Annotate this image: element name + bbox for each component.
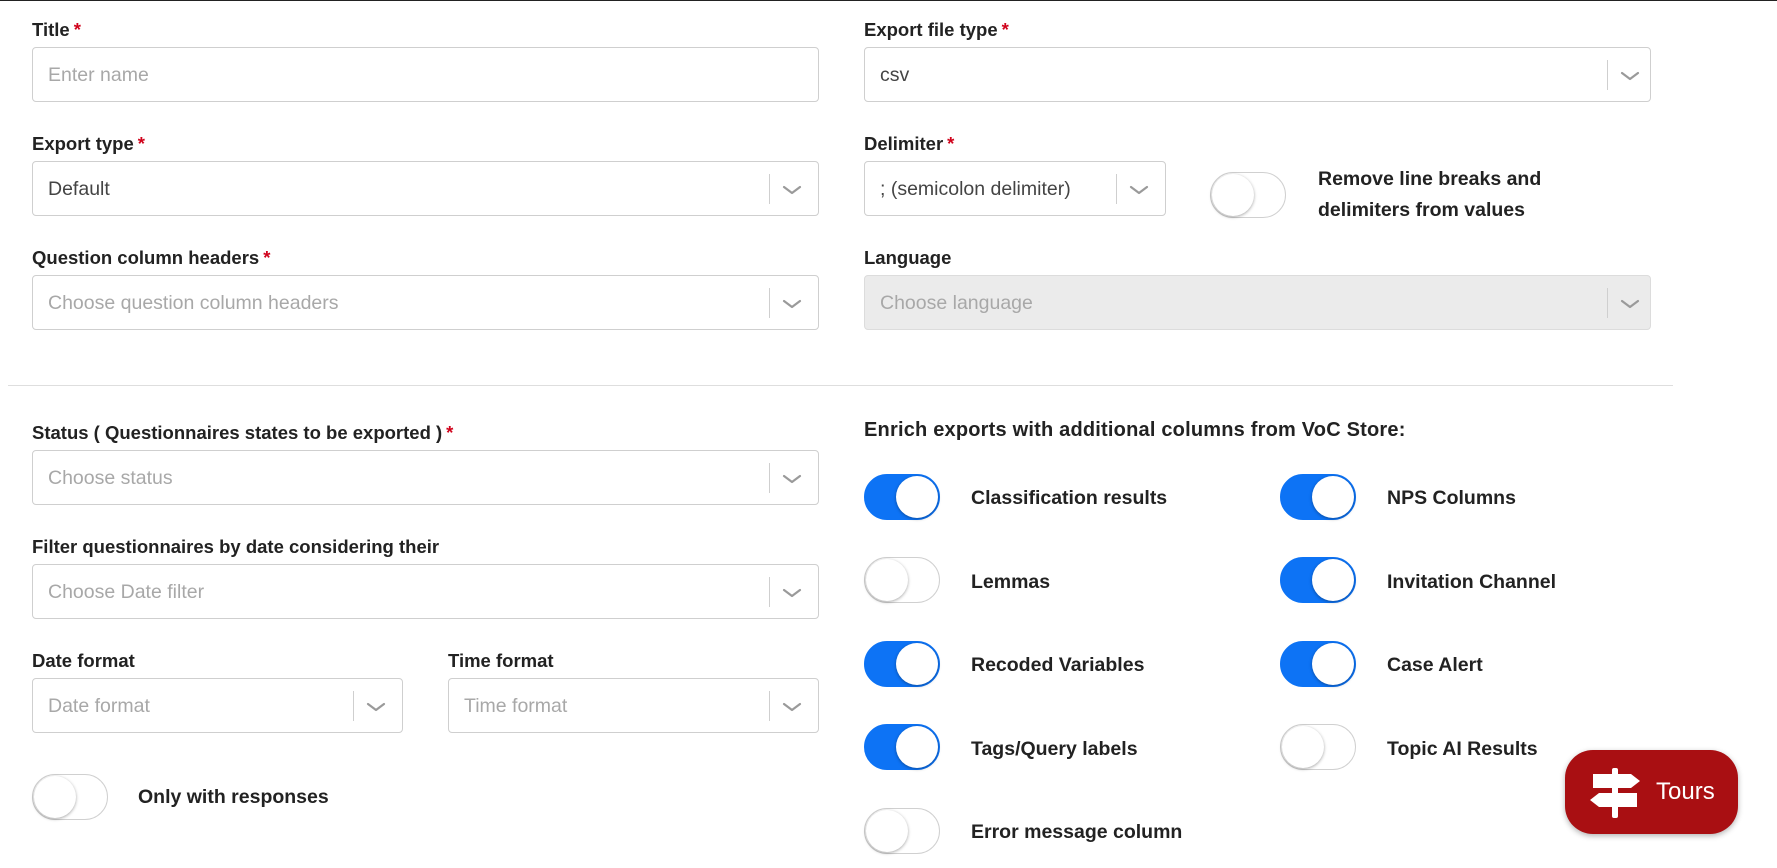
date-format-select[interactable]: Date format	[32, 678, 403, 733]
tags-query-labels-toggle[interactable]	[864, 724, 940, 770]
delimiter-value: ; (semicolon delimiter)	[880, 178, 1071, 200]
export-type-value: Default	[48, 178, 110, 200]
lemmas-toggle[interactable]	[864, 557, 940, 603]
invitation-channel-label: Invitation Channel	[1387, 571, 1557, 593]
export-file-type-field: Export file type * csv	[864, 18, 1651, 103]
delimiter-field: Delimiter * ; (semicolon delimiter)	[864, 132, 1166, 217]
language-field: Language Choose language	[864, 246, 1651, 331]
export-type-label: Export type *	[32, 133, 145, 154]
status-field: Status ( Questionnaires states to be exp…	[32, 421, 819, 506]
toggle-knob	[896, 643, 938, 685]
only-with-responses-label: Only with responses	[138, 786, 329, 808]
time-format-select[interactable]: Time format	[448, 678, 819, 733]
date-format-placeholder: Date format	[48, 695, 150, 717]
toggle-knob	[896, 726, 938, 768]
chevron-down-icon[interactable]	[1117, 162, 1161, 217]
title-placeholder: Enter name	[48, 64, 149, 86]
language-label: Language	[864, 247, 952, 268]
title-label: Title *	[32, 19, 81, 40]
remove-line-breaks-label: Remove line breaks and delimiters from v…	[1318, 168, 1542, 221]
export-type-select[interactable]: Default	[32, 161, 819, 216]
question-headers-placeholder: Choose question column headers	[48, 292, 339, 314]
error-message-column-toggle[interactable]	[864, 808, 940, 854]
topic-ai-results-toggle[interactable]	[1280, 724, 1356, 770]
status-placeholder: Choose status	[48, 467, 173, 489]
tours-button[interactable]: Tours	[1565, 750, 1738, 834]
signpost-icon	[1587, 766, 1643, 825]
recoded-variables-toggle[interactable]	[864, 641, 940, 687]
language-select[interactable]: Choose language	[864, 275, 1651, 330]
date-format-label: Date format	[32, 650, 135, 671]
question-headers-label: Question column headers *	[32, 247, 271, 268]
toggle-knob	[1282, 726, 1324, 768]
chevron-down-icon[interactable]	[354, 679, 398, 734]
date-format-field: Date format Date format	[32, 649, 403, 734]
top-border	[0, 0, 1777, 1]
case-alert-label: Case Alert	[1387, 654, 1483, 676]
remove-line-breaks-toggle[interactable]	[1210, 172, 1286, 218]
chevron-down-icon[interactable]	[770, 451, 814, 506]
tags-query-labels-label: Tags/Query labels	[971, 738, 1138, 760]
delimiter-label: Delimiter *	[864, 133, 955, 154]
time-format-placeholder: Time format	[464, 695, 568, 717]
recoded-variables-label: Recoded Variables	[971, 654, 1145, 676]
lemmas-label: Lemmas	[971, 571, 1051, 593]
classification-results-toggle[interactable]	[864, 474, 940, 520]
status-select[interactable]: Choose status	[32, 450, 819, 505]
title-field: Title * Enter name	[32, 18, 819, 103]
status-label: Status ( Questionnaires states to be exp…	[32, 422, 454, 443]
toggle-knob	[1212, 174, 1254, 216]
nps-columns-label: NPS Columns	[1387, 487, 1516, 509]
date-filter-select[interactable]: Choose Date filter	[32, 564, 819, 619]
chevron-down-icon[interactable]	[1608, 276, 1652, 331]
export-type-field: Export type * Default	[32, 132, 819, 217]
time-format-label: Time format	[448, 650, 554, 671]
language-placeholder: Choose language	[880, 292, 1033, 314]
case-alert-toggle[interactable]	[1280, 641, 1356, 687]
toggle-knob	[866, 559, 908, 601]
chevron-down-icon[interactable]	[770, 679, 814, 734]
date-filter-field: Filter questionnaires by date considerin…	[32, 535, 819, 620]
export-file-type-label: Export file type *	[864, 19, 1009, 40]
date-filter-placeholder: Choose Date filter	[48, 581, 205, 603]
only-with-responses-toggle[interactable]	[32, 774, 108, 820]
export-file-type-select[interactable]: csv	[864, 47, 1651, 102]
classification-results-label: Classification results	[971, 487, 1168, 509]
enrich-section-title: Enrich exports with additional columns f…	[864, 419, 1406, 441]
time-format-field: Time format Time format	[448, 649, 819, 734]
toggle-knob	[866, 810, 908, 852]
toggle-knob	[1312, 559, 1354, 601]
toggle-knob	[1312, 643, 1354, 685]
chevron-down-icon[interactable]	[770, 565, 814, 620]
section-divider	[8, 385, 1673, 386]
chevron-down-icon[interactable]	[770, 162, 814, 217]
toggle-knob	[896, 476, 938, 518]
toggle-knob	[34, 776, 76, 818]
date-filter-label: Filter questionnaires by date considerin…	[32, 536, 440, 557]
delimiter-select[interactable]: ; (semicolon delimiter)	[864, 161, 1166, 216]
nps-columns-toggle[interactable]	[1280, 474, 1356, 520]
error-message-column-label: Error message column	[971, 821, 1183, 843]
title-input[interactable]: Enter name	[32, 47, 819, 102]
chevron-down-icon[interactable]	[770, 276, 814, 331]
topic-ai-results-label: Topic AI Results	[1387, 738, 1538, 760]
toggle-knob	[1312, 476, 1354, 518]
question-headers-select[interactable]: Choose question column headers	[32, 275, 819, 330]
export-file-type-value: csv	[880, 64, 910, 86]
tours-label: Tours	[1656, 778, 1715, 805]
chevron-down-icon[interactable]	[1608, 48, 1652, 103]
invitation-channel-toggle[interactable]	[1280, 557, 1356, 603]
question-headers-field: Question column headers * Choose question…	[32, 246, 819, 331]
